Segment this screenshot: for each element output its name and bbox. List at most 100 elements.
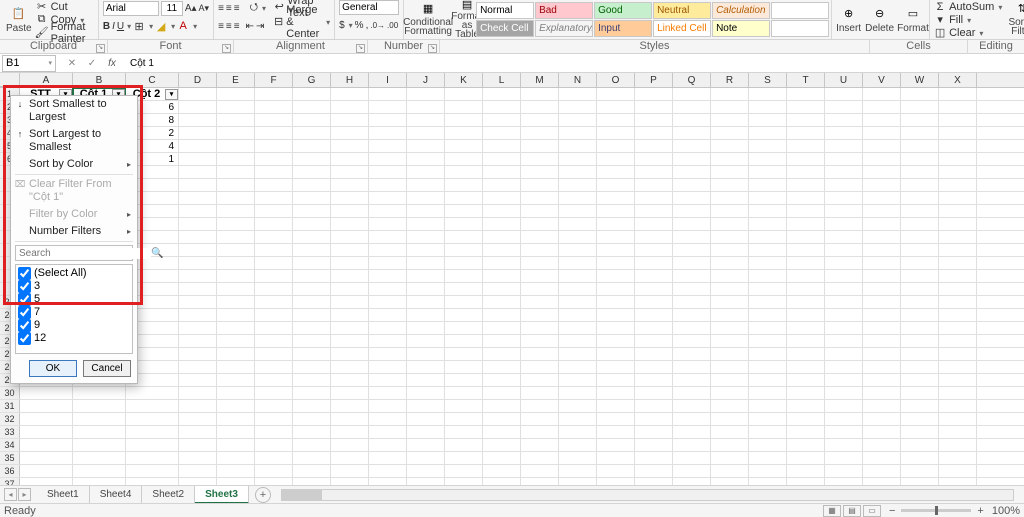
cell[interactable]	[863, 452, 901, 464]
cell[interactable]	[825, 192, 863, 204]
cell[interactable]	[901, 387, 939, 399]
cell[interactable]	[483, 179, 521, 191]
cell[interactable]	[293, 400, 331, 412]
cell[interactable]	[179, 192, 217, 204]
cell[interactable]	[407, 413, 445, 425]
cell[interactable]	[217, 257, 255, 269]
cell[interactable]	[521, 166, 559, 178]
sort-descending-item[interactable]: ↑Sort Largest to Smallest	[11, 126, 137, 156]
cell[interactable]	[331, 387, 369, 399]
cell[interactable]	[483, 257, 521, 269]
cell[interactable]	[255, 192, 293, 204]
cell[interactable]	[901, 205, 939, 217]
cell[interactable]	[673, 231, 711, 243]
paste-button[interactable]: 📋 Paste	[6, 0, 32, 36]
cell[interactable]	[369, 400, 407, 412]
row-header[interactable]: 30	[0, 387, 20, 399]
cell[interactable]	[369, 205, 407, 217]
cell[interactable]	[483, 361, 521, 373]
cell[interactable]	[749, 231, 787, 243]
cell[interactable]	[863, 335, 901, 347]
cell[interactable]	[217, 348, 255, 360]
cell[interactable]	[711, 140, 749, 152]
tab-nav-last[interactable]: ▸	[18, 488, 31, 501]
cell[interactable]	[407, 140, 445, 152]
cell[interactable]	[255, 374, 293, 386]
filter-ok-button[interactable]: OK	[29, 360, 77, 377]
cell[interactable]	[901, 244, 939, 256]
cell[interactable]	[939, 101, 977, 113]
cell[interactable]	[635, 270, 673, 282]
cell[interactable]	[635, 153, 673, 165]
cell[interactable]	[179, 426, 217, 438]
cell[interactable]	[331, 361, 369, 373]
cell[interactable]	[521, 296, 559, 308]
cell[interactable]	[863, 153, 901, 165]
cell[interactable]	[711, 205, 749, 217]
cell[interactable]	[749, 439, 787, 451]
alignment-launcher[interactable]: ↘	[356, 44, 365, 53]
cell[interactable]	[369, 322, 407, 334]
cell[interactable]	[597, 153, 635, 165]
cell[interactable]	[939, 374, 977, 386]
cell[interactable]	[445, 348, 483, 360]
cell[interactable]	[255, 400, 293, 412]
cell[interactable]	[217, 244, 255, 256]
style-check-cell[interactable]: Check Cell	[476, 20, 534, 37]
cell[interactable]	[901, 335, 939, 347]
cell[interactable]	[825, 101, 863, 113]
cell[interactable]	[407, 335, 445, 347]
cell[interactable]	[126, 400, 179, 412]
cell[interactable]	[559, 465, 597, 477]
column-header-B[interactable]: B	[73, 73, 126, 87]
cell[interactable]	[749, 361, 787, 373]
column-header-N[interactable]: N	[559, 73, 597, 87]
cell[interactable]	[635, 439, 673, 451]
format-cells-button[interactable]: ▭Format	[898, 0, 928, 36]
cell[interactable]	[293, 205, 331, 217]
sheet-tab-sheet1[interactable]: Sheet1	[37, 486, 90, 504]
cell[interactable]	[521, 218, 559, 230]
cell[interactable]	[179, 322, 217, 334]
cell[interactable]	[293, 166, 331, 178]
cell[interactable]	[521, 309, 559, 321]
cell[interactable]	[635, 205, 673, 217]
cell[interactable]	[749, 426, 787, 438]
cell[interactable]	[749, 192, 787, 204]
cell[interactable]	[749, 88, 787, 100]
cell[interactable]	[445, 166, 483, 178]
cell[interactable]	[179, 413, 217, 425]
cell[interactable]	[179, 153, 217, 165]
cell[interactable]	[825, 114, 863, 126]
cell[interactable]	[331, 400, 369, 412]
cell[interactable]	[863, 205, 901, 217]
cell[interactable]	[673, 218, 711, 230]
cell[interactable]	[255, 426, 293, 438]
number-launcher[interactable]: ↘	[428, 44, 437, 53]
column-header-A[interactable]: A	[20, 73, 73, 87]
page-break-view-button[interactable]: ▭	[863, 505, 881, 517]
cell[interactable]	[711, 439, 749, 451]
cell[interactable]	[179, 335, 217, 347]
cell[interactable]	[673, 309, 711, 321]
cell[interactable]	[483, 400, 521, 412]
cell[interactable]	[179, 218, 217, 230]
cell[interactable]	[369, 387, 407, 399]
cell[interactable]	[939, 153, 977, 165]
decrease-indent-button[interactable]: ⇤	[246, 20, 254, 33]
column-header-S[interactable]: S	[749, 73, 787, 87]
cell[interactable]	[559, 387, 597, 399]
orientation-button[interactable]: ⭯	[250, 2, 266, 15]
cell[interactable]	[521, 231, 559, 243]
cell[interactable]	[369, 231, 407, 243]
accounting-button[interactable]: $	[339, 19, 353, 32]
zoom-in-button[interactable]: +	[977, 505, 983, 517]
column-header-P[interactable]: P	[635, 73, 673, 87]
cell[interactable]	[749, 283, 787, 295]
cell[interactable]	[369, 153, 407, 165]
column-header-F[interactable]: F	[255, 73, 293, 87]
cell[interactable]	[331, 257, 369, 269]
cell[interactable]	[711, 283, 749, 295]
cell[interactable]	[483, 283, 521, 295]
cell[interactable]	[787, 192, 825, 204]
